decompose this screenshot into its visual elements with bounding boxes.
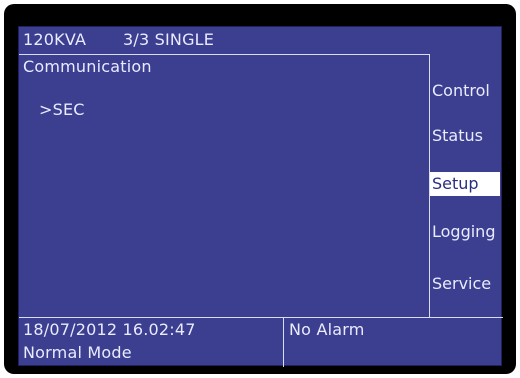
- section-title: Communication: [23, 57, 152, 76]
- alarm-status: No Alarm: [289, 320, 365, 339]
- menu-item-control[interactable]: Control: [430, 79, 502, 103]
- status-mode: Normal Mode: [23, 343, 132, 362]
- status-datetime: 18/07/2012 16.02:47: [23, 320, 196, 339]
- header-divider: [19, 54, 429, 55]
- header-model: 120KVA: [23, 30, 87, 49]
- ups-lcd-screen: 120KVA 3/3 SINGLE Communication >SEC Con…: [18, 26, 503, 367]
- status-split: [283, 317, 284, 367]
- menu-item-setup[interactable]: Setup: [430, 172, 500, 196]
- status-divider: [19, 317, 503, 318]
- menu-item-service[interactable]: Service: [430, 272, 502, 296]
- menu-item-status[interactable]: Status: [430, 124, 502, 148]
- menu-item-logging[interactable]: Logging: [430, 220, 502, 244]
- header-config: 3/3 SINGLE: [123, 30, 215, 49]
- menu-option-sec[interactable]: >SEC: [39, 101, 85, 119]
